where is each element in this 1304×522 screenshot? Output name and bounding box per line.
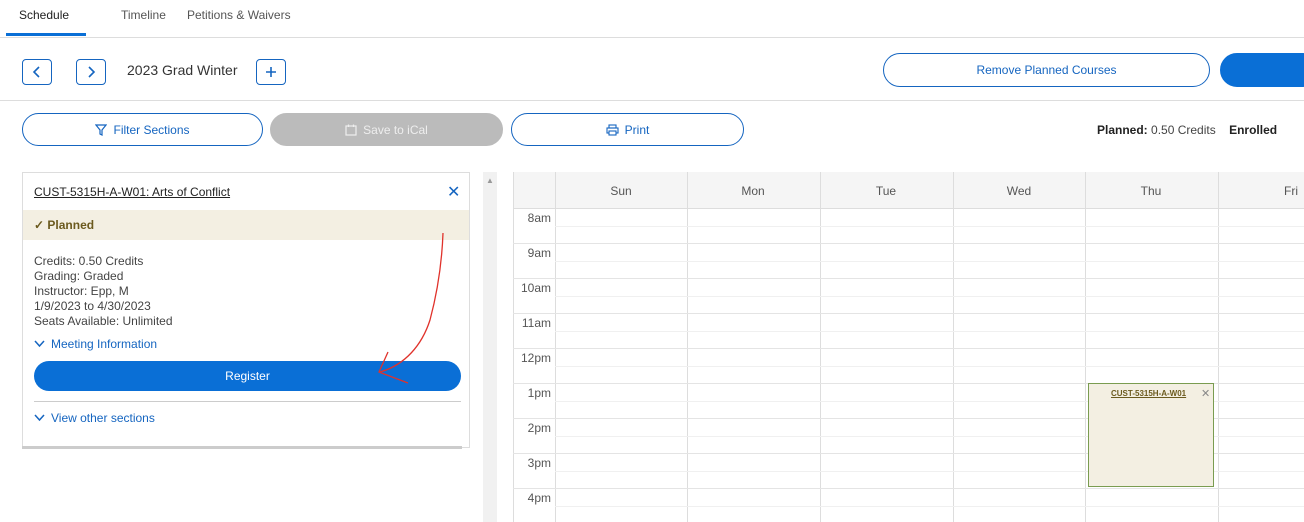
day-column-divider — [820, 172, 821, 522]
register-button[interactable]: Register — [34, 361, 461, 391]
meeting-information-label: Meeting Information — [51, 337, 158, 351]
time-label: 9am — [527, 246, 551, 260]
filter-icon — [95, 123, 108, 136]
course-credits: Credits: 0.50 Credits — [34, 254, 144, 268]
plus-icon — [266, 67, 276, 77]
day-header-wed: Wed — [1006, 184, 1032, 198]
printer-icon — [606, 123, 619, 136]
chevron-down-icon — [34, 340, 45, 348]
save-to-ical-label: Save to iCal — [363, 122, 428, 137]
day-header-sun: Sun — [610, 184, 632, 198]
enrolled-credits-label: Enrolled — [1229, 123, 1278, 137]
half-hour-line — [555, 296, 1304, 297]
remove-planned-label: Remove Planned Courses — [976, 63, 1117, 77]
tab-schedule[interactable]: Schedule — [19, 8, 69, 22]
course-instructor: Instructor: Epp, M — [34, 284, 129, 298]
hour-line — [513, 278, 1304, 279]
credits-summary: Planned: 0.50 Credits Enrolled — [1097, 123, 1277, 137]
planned-status-label: Planned — [47, 218, 95, 232]
day-column-divider — [953, 172, 954, 522]
day-column-divider — [555, 172, 556, 522]
panel-separator — [34, 401, 461, 402]
panel-scrollbar[interactable] — [483, 172, 497, 522]
close-icon[interactable]: ✕ — [447, 182, 460, 202]
checkmark-icon: ✓ — [34, 218, 45, 232]
register-label: Register — [225, 369, 270, 383]
chevron-right-icon — [88, 66, 96, 78]
previous-term-button[interactable] — [22, 59, 52, 85]
remove-planned-courses-button[interactable]: Remove Planned Courses — [883, 53, 1210, 87]
view-other-sections-toggle[interactable]: View other sections — [34, 411, 155, 425]
day-column-divider — [687, 172, 688, 522]
filter-sections-button[interactable]: Filter Sections — [22, 113, 263, 146]
print-button[interactable]: Print — [511, 113, 744, 146]
tab-divider — [0, 37, 1304, 38]
chevron-left-icon — [32, 66, 40, 78]
planned-credits-value: 0.50 Credits — [1151, 123, 1216, 137]
course-dates: 1/9/2023 to 4/30/2023 — [34, 299, 151, 313]
planned-credits-label: Planned: — [1097, 123, 1148, 137]
planned-status: ✓ Planned — [34, 218, 94, 232]
hour-line — [513, 243, 1304, 244]
time-label: 1pm — [527, 386, 551, 400]
half-hour-line — [555, 331, 1304, 332]
day-header-fri: Fri — [1284, 184, 1298, 198]
time-label: 2pm — [527, 421, 551, 435]
print-label: Print — [624, 122, 650, 137]
day-header-tue: Tue — [875, 184, 897, 198]
time-label: 4pm — [527, 491, 551, 505]
time-label: 12pm — [520, 351, 551, 365]
register-now-button[interactable] — [1220, 53, 1304, 87]
toolbar-divider — [0, 100, 1304, 101]
time-label: 3pm — [527, 456, 551, 470]
calendar-event-link[interactable]: CUST-5315H-A-W01 — [1111, 389, 1186, 398]
course-title-link[interactable]: CUST-5315H-A-W01: Arts of Conflict — [34, 185, 230, 199]
time-label: 11am — [521, 316, 551, 330]
day-header-mon: Mon — [741, 184, 765, 198]
calendar-icon — [345, 124, 357, 136]
tab-timeline[interactable]: Timeline — [121, 8, 166, 22]
panel-bottom-border — [22, 446, 462, 449]
day-column-divider — [1218, 172, 1219, 522]
half-hour-line — [555, 506, 1304, 507]
half-hour-line — [555, 226, 1304, 227]
day-column-divider — [1085, 172, 1086, 522]
half-hour-line — [555, 366, 1304, 367]
half-hour-line — [555, 261, 1304, 262]
term-label: 2023 Grad Winter — [127, 62, 238, 78]
course-seats: Seats Available: Unlimited — [34, 314, 173, 328]
course-grading: Grading: Graded — [34, 269, 124, 283]
save-to-ical-button[interactable]: Save to iCal — [270, 113, 503, 146]
scroll-up-arrow-icon[interactable]: ▲ — [486, 176, 494, 185]
view-other-sections-label: View other sections — [51, 411, 155, 425]
day-header-thu: Thu — [1140, 184, 1162, 198]
active-tab-indicator — [6, 33, 86, 36]
hour-line — [513, 488, 1304, 489]
time-label: 10am — [520, 281, 551, 295]
meeting-information-toggle[interactable]: Meeting Information — [34, 337, 157, 351]
filter-sections-label: Filter Sections — [113, 122, 190, 137]
chevron-down-icon — [34, 414, 45, 422]
next-term-button[interactable] — [76, 59, 106, 85]
add-term-button[interactable] — [256, 59, 286, 85]
close-icon[interactable]: ✕ — [1201, 387, 1210, 400]
time-label: 8am — [527, 211, 551, 225]
tab-petitions-waivers[interactable]: Petitions & Waivers — [187, 8, 291, 22]
calendar-event[interactable] — [1088, 383, 1214, 487]
hour-line — [513, 348, 1304, 349]
hour-line — [513, 313, 1304, 314]
